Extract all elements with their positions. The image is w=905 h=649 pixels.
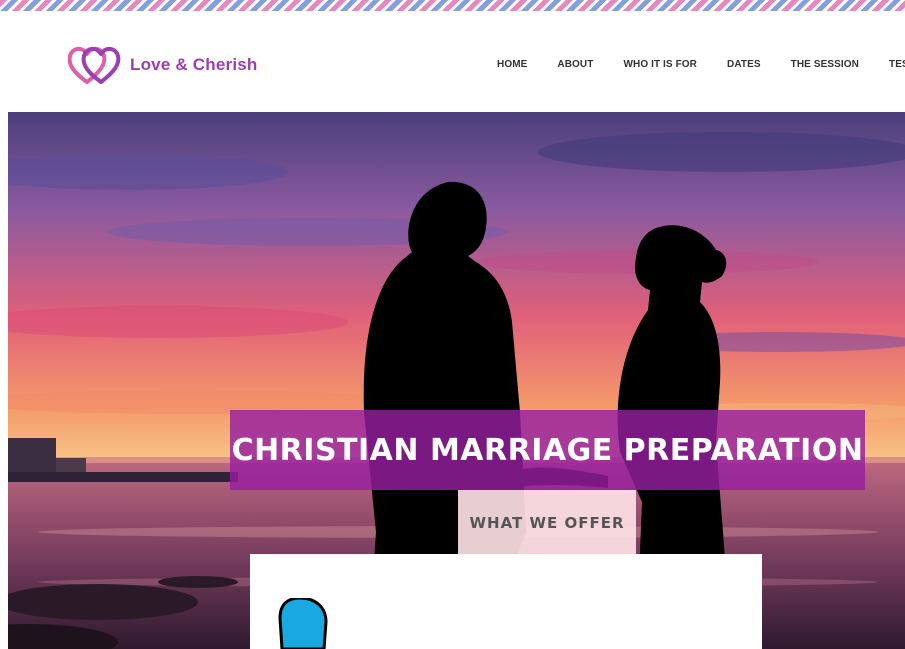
site-header: Love & Cherish HOME ABOUT WHO IT IS FOR … [0,11,905,111]
blue-bubble-icon[interactable] [264,598,334,649]
what-we-offer-button[interactable]: WHAT WE OFFER [458,490,636,555]
hero-title-banner: CHRISTIAN MARRIAGE PREPARATION [230,410,865,490]
hero-title: CHRISTIAN MARRIAGE PREPARATION [231,432,864,468]
nav-home[interactable]: HOME [497,59,527,70]
nav-testimonials[interactable]: TESTIMO [889,59,905,70]
site-logo[interactable]: Love & Cherish [68,44,258,86]
nav-about[interactable]: ABOUT [557,59,593,70]
nav-dates[interactable]: DATES [727,59,761,70]
brand-name: Love & Cherish [130,55,258,74]
nav-who-it-is-for[interactable]: WHO IT IS FOR [623,59,697,70]
double-heart-icon [68,47,121,84]
decorative-top-stripe [0,0,905,11]
nav-the-session[interactable]: THE SESSION [791,59,859,70]
overlay-widget-panel [250,554,762,649]
what-we-offer-label: WHAT WE OFFER [469,513,625,532]
main-nav: HOME ABOUT WHO IT IS FOR DATES THE SESSI… [497,59,905,70]
